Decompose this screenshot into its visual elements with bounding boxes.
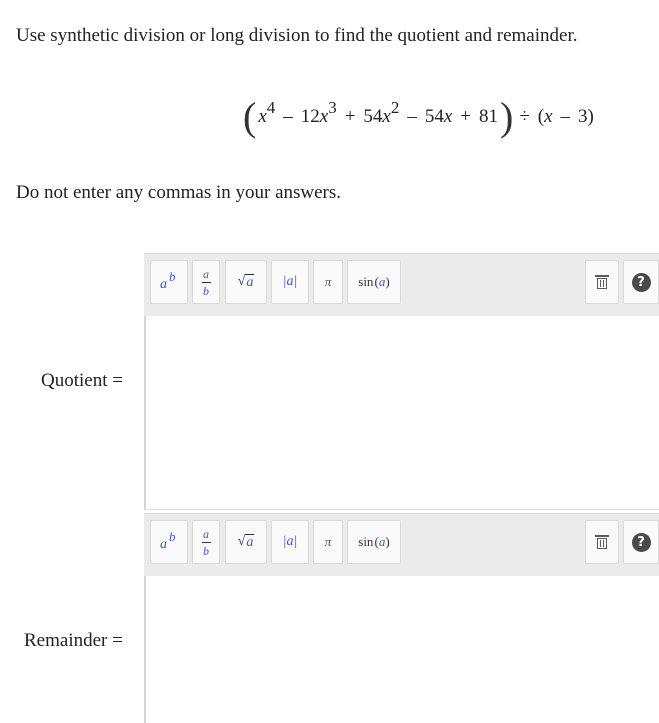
pi-button[interactable]: π	[313, 520, 343, 564]
remainder-input[interactable]	[144, 576, 659, 723]
fraction-icon: ab	[201, 266, 211, 298]
divisor-close-paren: )	[587, 106, 594, 127]
divisor-op: –	[560, 106, 571, 127]
term-x2-var: x	[382, 106, 391, 127]
pi-icon: π	[324, 274, 332, 289]
term-x4-var: x	[258, 106, 267, 127]
sin-button[interactable]: sin (a)	[347, 260, 401, 304]
pi-button[interactable]: π	[313, 260, 343, 304]
right-paren: )	[500, 94, 514, 139]
term-x4-exp: 4	[266, 98, 276, 117]
term-x2-coef: 54	[363, 106, 383, 127]
quotient-label: Quotient =	[41, 370, 123, 391]
term-x3-exp: 3	[328, 98, 337, 117]
division-equation: ( x4 – 12 x 3 + 54 x 2 – 54 x + 81 ) ÷ ( x – …	[243, 94, 594, 140]
clear-button[interactable]	[585, 260, 619, 304]
sqrt-icon: √ a	[237, 274, 255, 290]
left-paren: (	[243, 94, 257, 139]
op-minus-2: –	[407, 106, 417, 127]
sin-button[interactable]: sin (a)	[347, 520, 401, 564]
abs-icon: |a|	[282, 274, 298, 289]
help-icon: ?	[631, 532, 651, 552]
term-x3-coef: 12	[300, 106, 320, 127]
remainder-math-toolbar: ab ab √ a |a| π sin (a) ?	[144, 513, 659, 577]
sqrt-icon: √ a	[237, 534, 255, 550]
fraction-icon: ab	[201, 526, 211, 558]
sin-icon: sin (a)	[358, 274, 390, 289]
pi-icon: π	[324, 534, 332, 549]
sqrt-button[interactable]: √ a	[225, 520, 267, 564]
op-plus-1: +	[344, 106, 356, 127]
abs-button[interactable]: |a|	[271, 260, 309, 304]
clear-button[interactable]	[585, 520, 619, 564]
divisor-const: 3	[578, 106, 588, 127]
help-icon: ?	[631, 272, 651, 292]
term-x-var: x	[443, 106, 453, 127]
help-button[interactable]: ?	[623, 520, 659, 564]
op-minus-1: –	[283, 106, 293, 127]
abs-icon: |a|	[282, 534, 298, 549]
divide-sign: ÷	[519, 106, 530, 127]
term-x-coef: 54	[424, 106, 444, 127]
instructions-text: Use synthetic division or long division …	[16, 25, 578, 46]
term-x3-var: x	[319, 106, 329, 127]
op-plus-2: +	[460, 106, 472, 127]
remainder-label: Remainder =	[24, 630, 123, 651]
sin-icon: sin (a)	[358, 534, 390, 549]
superscript-icon: ab	[160, 269, 176, 292]
sqrt-button[interactable]: √ a	[225, 260, 267, 304]
divisor-var: x	[544, 106, 553, 127]
trash-icon	[595, 274, 609, 290]
quotient-math-toolbar: ab ab √ a |a| π sin (a) ?	[144, 253, 659, 317]
fraction-button[interactable]: ab	[192, 520, 220, 564]
instruction-note: Do not enter any commas in your answers.	[16, 182, 342, 203]
term-x2-exp: 2	[390, 98, 400, 117]
superscript-icon: ab	[160, 529, 176, 552]
superscript-button[interactable]: ab	[150, 260, 188, 304]
trash-icon	[595, 534, 609, 550]
abs-button[interactable]: |a|	[271, 520, 309, 564]
quotient-input[interactable]	[144, 316, 659, 510]
help-button[interactable]: ?	[623, 260, 659, 304]
superscript-button[interactable]: ab	[150, 520, 188, 564]
term-constant: 81	[479, 106, 499, 127]
fraction-button[interactable]: ab	[192, 260, 220, 304]
